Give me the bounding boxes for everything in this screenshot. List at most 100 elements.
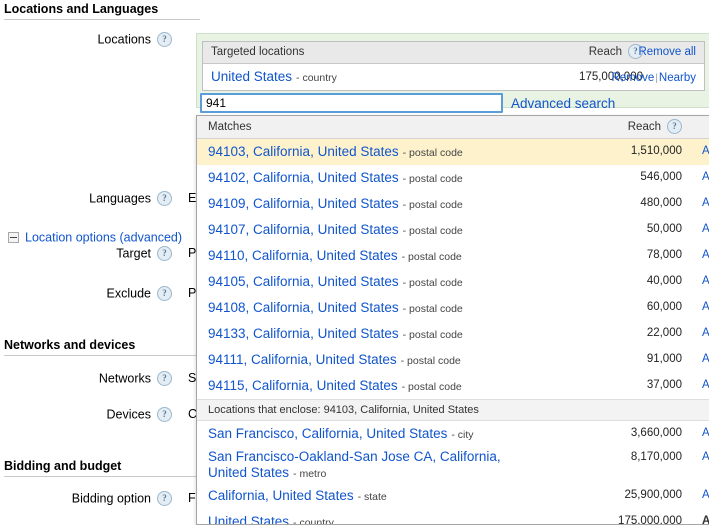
enclosing-row[interactable]: California, United States- state 25,900,…	[197, 483, 709, 509]
match-row-name-link[interactable]: 94103, California, United States	[208, 144, 399, 159]
match-row-name-link[interactable]: 94115, California, United States	[208, 378, 398, 393]
match-row-kind: - postal code	[403, 147, 463, 159]
enclosing-row-name-cell: San Francisco, California, United States…	[208, 421, 474, 448]
match-row-name-link[interactable]: 94109, California, United States	[208, 196, 399, 211]
match-row-name-link[interactable]: 94105, California, United States	[208, 274, 399, 289]
remove-link[interactable]: Remove	[611, 72, 654, 84]
advanced-search-link[interactable]: Advanced search	[511, 96, 615, 111]
match-row-kind: - postal code	[402, 251, 462, 263]
enclosing-row-name-cell: San Francisco-Oakland-San Jose CA, Calif…	[208, 449, 508, 482]
add-link[interactable]: Add	[702, 223, 709, 235]
nearby-link[interactable]: Nearby	[659, 72, 696, 84]
match-row[interactable]: 94110, California, United States - postal…	[197, 243, 709, 269]
help-icon-networks[interactable]: ?	[157, 371, 172, 386]
add-link[interactable]: Add	[702, 427, 709, 439]
field-label-devices-text: Devices	[107, 408, 151, 422]
add-link[interactable]: Add	[702, 451, 709, 463]
match-row-kind: - postal code	[403, 303, 463, 315]
match-row-reach: 50,000	[592, 217, 682, 242]
target-value-peek: P	[188, 246, 196, 260]
match-row[interactable]: 94108, California, United States - postal…	[197, 295, 709, 321]
match-row-reach: 78,000	[592, 243, 682, 268]
enclosing-row-name-link[interactable]: California, United States	[208, 488, 354, 503]
enclosing-row[interactable]: San Francisco-Oakland-San Jose CA, Calif…	[197, 447, 709, 483]
location-options-advanced-link[interactable]: Location options (advanced)	[25, 231, 182, 245]
add-link[interactable]: Add	[702, 327, 709, 339]
help-icon-bidding-option[interactable]: ?	[157, 491, 172, 506]
match-row-name-link[interactable]: 94133, California, United States	[208, 326, 399, 341]
enclosing-row-kind: - state	[358, 491, 387, 503]
languages-value-peek: E	[188, 191, 196, 205]
match-row[interactable]: 94115, California, United States- postal…	[197, 373, 709, 399]
enclosing-row[interactable]: United States- country 175,000,000 Added…	[197, 509, 709, 525]
field-label-exclude: Exclude?	[0, 286, 172, 301]
add-link[interactable]: Add	[702, 249, 709, 261]
enclosing-row-actions: Add|Exclude|Nearby	[702, 421, 709, 446]
targeted-row-name-link[interactable]: United States	[211, 69, 292, 84]
help-icon-exclude[interactable]: ?	[157, 286, 172, 301]
match-row-name-link[interactable]: 94107, California, United States	[208, 222, 399, 237]
match-row-reach: 22,000	[592, 321, 682, 346]
help-icon-devices[interactable]: ?	[157, 407, 172, 422]
targeted-locations-table: Targeted locations Reach? Remove all Uni…	[202, 41, 705, 91]
match-row[interactable]: 94133, California, United States- postal…	[197, 321, 709, 347]
location-matches-popup: Matches Reach? 94103, California, United…	[196, 115, 709, 525]
match-row[interactable]: 94109, California, United States - postal…	[197, 191, 709, 217]
match-row-actions: Add|Exclude|Nearby	[702, 191, 709, 216]
match-row-name-link[interactable]: 94110, California, United States	[208, 248, 398, 263]
match-row-reach: 546,000	[592, 165, 682, 190]
add-link[interactable]: Add	[702, 171, 709, 183]
remove-all-link[interactable]: Remove all	[638, 46, 696, 58]
matches-col-header-reach: Reach?	[592, 116, 682, 138]
add-link[interactable]: Add	[702, 145, 709, 157]
match-row[interactable]: 94107, California, United States - postal…	[197, 217, 709, 243]
add-link[interactable]: Add	[702, 197, 709, 209]
help-icon-target[interactable]: ?	[157, 246, 172, 261]
add-link[interactable]: Add	[702, 489, 709, 501]
enclosing-row-name-link[interactable]: San Francisco, California, United States	[208, 426, 447, 441]
targeted-col-header-reach: Reach?	[533, 42, 643, 63]
match-row-name-link[interactable]: 94102, California, United States	[208, 170, 399, 185]
match-row-name-cell: 94103, California, United States - postal…	[208, 139, 463, 166]
match-row-name-cell: 94115, California, United States- postal…	[208, 373, 462, 400]
enclosing-row-name-link[interactable]: United States	[208, 514, 289, 525]
enclosing-row[interactable]: San Francisco, California, United States…	[197, 421, 709, 447]
targeted-row-kind: - country	[296, 72, 337, 84]
match-row-name-link[interactable]: 94111, California, United States	[208, 352, 397, 367]
campaign-settings-form: Locations and Languages Locations? Langu…	[0, 0, 200, 525]
help-icon-locations[interactable]: ?	[157, 32, 172, 47]
match-row[interactable]: 94111, California, United States- postal…	[197, 347, 709, 373]
add-link[interactable]: Add	[702, 353, 709, 365]
match-row[interactable]: 94103, California, United States - postal…	[197, 139, 709, 165]
add-link[interactable]: Add	[702, 379, 709, 391]
match-row-actions: Add|Exclude|Nearby	[702, 373, 709, 398]
field-label-target-text: Target	[116, 247, 151, 261]
match-row-kind: - postal code	[403, 199, 463, 211]
targeted-col-header-reach-text: Reach	[589, 46, 622, 58]
match-row-reach: 1,510,000	[592, 139, 682, 164]
location-search-wrapper	[200, 93, 503, 113]
match-row-name-cell: 94110, California, United States - postal…	[208, 243, 462, 270]
field-label-bidding-option-text: Bidding option	[72, 492, 151, 506]
devices-value-peek: C	[188, 407, 196, 421]
enclosing-row-name-link[interactable]: San Francisco-Oakland-San Jose CA, Calif…	[208, 449, 501, 480]
section-header-networks-devices: Networks and devices	[4, 338, 200, 356]
add-link[interactable]: Add	[702, 301, 709, 313]
enclosing-row-kind: - metro	[293, 468, 326, 480]
help-icon-matches-reach[interactable]: ?	[667, 119, 682, 134]
match-row-name-cell: 94108, California, United States - postal…	[208, 295, 463, 322]
match-row-kind: - postal code	[403, 225, 463, 237]
match-row-name-cell: 94107, California, United States - postal…	[208, 217, 463, 244]
enclosing-row-reach: 3,660,000	[592, 421, 682, 446]
collapse-minus-icon[interactable]	[8, 232, 19, 243]
add-link[interactable]: Add	[702, 275, 709, 287]
match-row[interactable]: 94102, California, United States- postal…	[197, 165, 709, 191]
location-search-input[interactable]	[200, 93, 503, 113]
match-row-reach: 91,000	[592, 347, 682, 372]
match-row-name-cell: 94105, California, United States- postal…	[208, 269, 463, 296]
match-row-name-link[interactable]: 94108, California, United States	[208, 300, 399, 315]
help-icon-languages[interactable]: ?	[157, 191, 172, 206]
match-row[interactable]: 94105, California, United States- postal…	[197, 269, 709, 295]
location-options-advanced-toggle[interactable]: Location options (advanced)	[8, 230, 182, 245]
match-row-reach: 480,000	[592, 191, 682, 216]
